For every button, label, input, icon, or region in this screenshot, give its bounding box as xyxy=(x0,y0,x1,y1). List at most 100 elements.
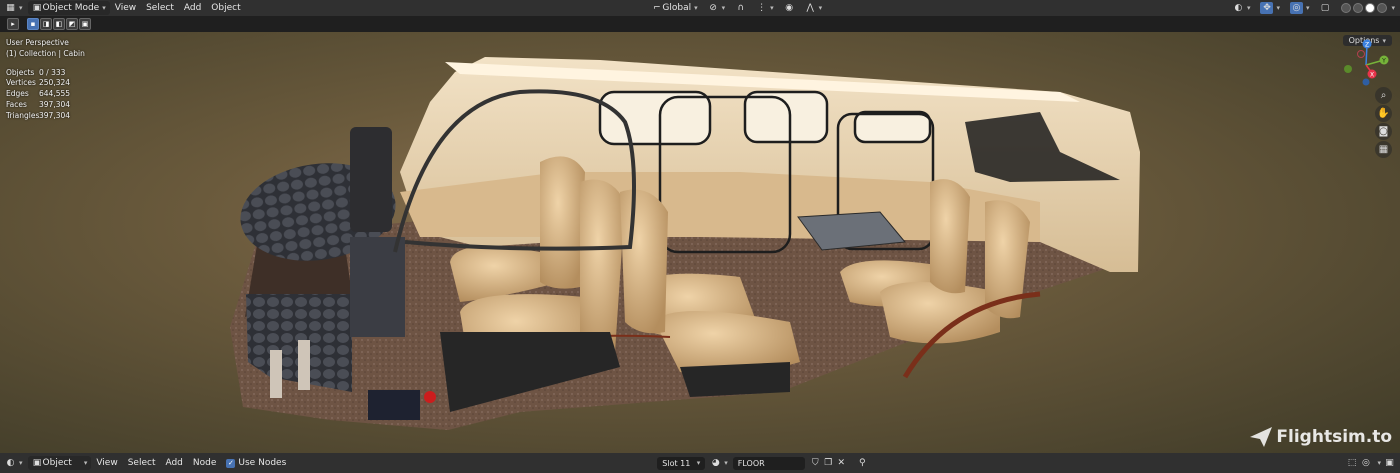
mode-dropdown[interactable]: ▣ Object Mode ▾ xyxy=(27,1,110,15)
stats-row: Faces 397,304 xyxy=(6,99,71,109)
rendered-shading-icon[interactable] xyxy=(1376,3,1387,13)
orientation-dropdown[interactable]: ⌐ Global ▾ xyxy=(646,1,702,15)
active-collection-label: (1) Collection | Cabin xyxy=(6,48,85,58)
select-intersect-icon[interactable]: ▣ xyxy=(79,18,91,30)
shading-options-caret[interactable]: ▾ xyxy=(1392,4,1396,12)
fake-user-shield-icon[interactable]: ⛉ xyxy=(810,458,821,469)
pivot-dropdown[interactable]: ⊘ ▾ xyxy=(703,1,731,15)
gizmo-toggle[interactable]: ✥ ▾ xyxy=(1255,1,1285,15)
3d-viewport-icon: ▦ xyxy=(6,2,15,13)
neg-y-axis-handle[interactable] xyxy=(1344,65,1352,73)
material-preview-shading-icon[interactable] xyxy=(1364,3,1375,13)
3d-viewport[interactable]: User Perspective (1) Collection | Cabin … xyxy=(0,32,1400,453)
unlink-material-icon[interactable]: ✕ xyxy=(836,458,847,469)
shader-editor-header: ◐ ▾ ▣ Object ▾ View Select Add Node ✓ Use … xyxy=(0,453,1400,473)
window-1 xyxy=(598,90,712,146)
paper-plane-icon xyxy=(1250,427,1273,447)
camera-view-icon[interactable]: ◙ xyxy=(1375,123,1392,140)
falloff-dropdown[interactable]: ⋀ ▾ xyxy=(800,1,828,15)
eye-icon: ◐ xyxy=(1234,2,1243,13)
proportional-edit-toggle[interactable]: ◉ xyxy=(779,1,800,15)
perspective-grid-icon[interactable]: ▦ xyxy=(1375,141,1392,158)
transform-orientation-icon: ⌐ xyxy=(653,2,661,13)
editor-type-dropdown[interactable]: ▦ ▾ xyxy=(0,1,28,15)
falloff-curve-icon: ⋀ xyxy=(806,2,814,13)
material-name-field[interactable]: FLOOR xyxy=(732,456,805,470)
watermark-text: Flightsim.to xyxy=(1276,427,1392,447)
material-browse-dropdown[interactable]: ◕ ▾ xyxy=(705,456,733,470)
material-sphere-icon: ◕ xyxy=(711,457,720,468)
stats-row: Objects 0 / 333 xyxy=(6,67,66,77)
duplicate-material-icon[interactable]: ❐ xyxy=(823,458,834,469)
active-tool-icon[interactable]: ▸ xyxy=(7,18,19,30)
visibility-dropdown[interactable]: ◐ ▾ xyxy=(1228,1,1256,15)
node-overlay-tools: ⬚ ◎ ▾ ▣ xyxy=(1346,457,1395,469)
xray-icon: ▢ xyxy=(1320,2,1330,13)
use-nodes-label: Use Nodes xyxy=(238,458,287,468)
backdrop-icon[interactable]: ▣ xyxy=(1384,458,1395,469)
xray-toggle[interactable]: ▢ xyxy=(1315,1,1336,15)
material-actions: ⛉ ❐ ✕ xyxy=(805,456,852,470)
pan-hand-icon[interactable]: ✋ xyxy=(1375,105,1392,122)
navigation-gizmo[interactable]: Z Y X xyxy=(1340,38,1394,88)
material-name: FLOOR xyxy=(737,458,765,468)
menu-add[interactable]: Add xyxy=(179,1,206,15)
wireframe-shading-icon[interactable] xyxy=(1340,3,1351,13)
node-editor-icon: ◐ xyxy=(6,457,15,468)
zoom-icon[interactable]: ⌕ xyxy=(1375,87,1392,104)
gizmo-icon: ✥ xyxy=(1260,2,1274,14)
snap-target-dropdown[interactable]: ⋮ ▾ xyxy=(751,1,779,15)
menu-view[interactable]: View xyxy=(110,1,141,15)
flightsim-watermark: Flightsim.to xyxy=(1250,427,1392,447)
overlays-icon: ◎ xyxy=(1289,2,1303,14)
viewport-stats-overlay: User Perspective (1) Collection | Cabin … xyxy=(6,38,85,122)
menu-select[interactable]: Select xyxy=(141,1,179,15)
material-slot-dropdown[interactable]: Slot 11 ▾ xyxy=(657,456,706,470)
overlay-node-icon[interactable]: ◎ xyxy=(1360,458,1371,469)
solid-shading-icon[interactable] xyxy=(1352,3,1363,13)
stats-row: Edges 644,555 xyxy=(6,89,71,99)
menu-object[interactable]: Object xyxy=(206,1,245,15)
shader-type-label: Object xyxy=(42,458,72,468)
window-2 xyxy=(743,90,829,144)
neg-x-axis-handle[interactable] xyxy=(1357,50,1365,58)
node-menu-node[interactable]: Node xyxy=(188,456,222,470)
node-menu-select[interactable]: Select xyxy=(123,456,161,470)
select-new-icon[interactable]: ▪ xyxy=(27,18,39,30)
tool-settings-row: ▸ ▪ ◨ ◧ ◩ ▣ xyxy=(0,16,1400,32)
object-mode-icon: ▣ xyxy=(32,2,42,13)
orientation-label: Global xyxy=(662,3,692,13)
window-3 xyxy=(853,110,932,144)
y-axis-label: Y xyxy=(1381,58,1386,65)
pin-toggle[interactable]: ⚲ xyxy=(852,456,873,470)
object-icon: ▣ xyxy=(32,457,42,468)
slot-label: Slot 11 xyxy=(662,458,691,468)
instrument-panel xyxy=(350,127,392,232)
red-handle xyxy=(424,391,436,403)
neg-z-axis-handle[interactable] xyxy=(1362,78,1370,86)
select-extend-icon[interactable]: ◨ xyxy=(40,18,52,30)
select-invert-icon[interactable]: ◩ xyxy=(66,18,78,30)
shader-type-dropdown[interactable]: ▣ Object ▾ xyxy=(27,456,92,470)
snap-increment-icon: ⋮ xyxy=(757,2,767,13)
select-subtract-icon[interactable]: ◧ xyxy=(53,18,65,30)
mode-label: Object Mode xyxy=(42,3,100,13)
stats-row: Vertices 250,324 xyxy=(6,78,71,88)
use-nodes-checkbox[interactable]: ✓ Use Nodes xyxy=(221,456,291,470)
x-axis-label: X xyxy=(1370,72,1374,79)
viewport-header: ▦ ▾ ▣ Object Mode ▾ View Select Add Object… xyxy=(0,0,1400,16)
editor-type-dropdown-bottom[interactable]: ◐ ▾ xyxy=(0,456,28,470)
proportional-edit-icon: ◉ xyxy=(785,2,794,13)
pivot-icon: ⊘ xyxy=(709,2,717,13)
cabin-model-render xyxy=(230,57,1140,430)
view-perspective-label: User Perspective xyxy=(6,38,69,47)
pin-icon: ⚲ xyxy=(858,457,866,468)
snap-node-icon[interactable]: ⬚ xyxy=(1346,458,1357,469)
shading-mode-group: ▾ xyxy=(1336,1,1400,15)
snap-toggle[interactable]: ∩ xyxy=(730,1,751,15)
rudder-pedal-right xyxy=(298,340,310,390)
node-menu-add[interactable]: Add xyxy=(160,456,187,470)
floor-block xyxy=(368,390,420,420)
node-menu-view[interactable]: View xyxy=(91,456,122,470)
overlay-toggle[interactable]: ◎ ▾ xyxy=(1285,1,1315,15)
